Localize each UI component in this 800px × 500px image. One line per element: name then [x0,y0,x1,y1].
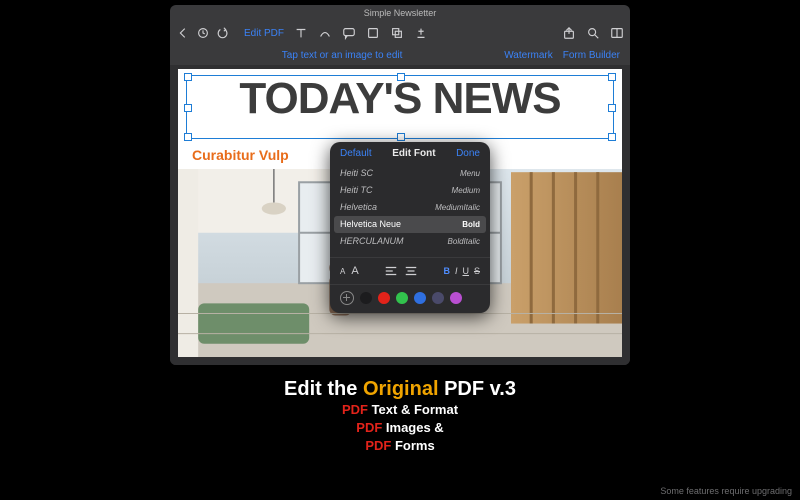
panels-icon[interactable] [610,26,624,40]
marketing-tag: PDF [342,402,368,417]
watermark-link[interactable]: Watermark [504,50,553,61]
font-weight-label: MediumItalic [435,201,480,214]
color-swatch[interactable] [450,292,462,304]
font-family-label: Helvetica Neue [340,218,401,231]
align-left-icon[interactable] [384,264,398,278]
font-family-label: Hiragino Maru Gothic ProN [340,252,423,253]
resize-handle[interactable] [184,73,192,81]
font-default-button[interactable]: Default [340,148,372,159]
resize-handle[interactable] [184,104,192,112]
add-color-icon[interactable] [340,291,354,305]
font-family-label: Heiti SC [340,167,373,180]
marketing-headline-pre: Edit the [284,378,363,400]
sub-toolbar: Tap text or an image to edit Watermark F… [170,45,630,65]
window-title: Simple Newsletter [170,5,630,21]
edit-font-popover: Default Edit Font Done Heiti SCMenuHeiti… [330,142,490,313]
resize-handle[interactable] [397,73,405,81]
font-weight-label: Medium [452,184,480,197]
editpdf-mode[interactable]: Edit PDF [244,28,284,39]
color-swatch[interactable] [432,292,444,304]
text-selection-box[interactable] [186,75,614,139]
font-weight-label: BoldItalic [448,235,480,248]
marketing-line: PDF Forms [0,437,800,455]
font-row[interactable]: Heiti TC Medium [330,182,490,199]
color-swatch[interactable] [396,292,408,304]
marketing-headline-post: PDF v.3 [439,378,516,400]
resize-handle[interactable] [608,73,616,81]
search-icon[interactable] [586,26,600,40]
comment-tool-icon[interactable] [342,26,356,40]
font-weight-label: CondensedBold [423,252,480,253]
resize-handle[interactable] [184,133,192,141]
color-swatches [330,284,490,307]
font-weight-label: Bold [462,218,480,231]
font-row[interactable]: Hiragino Maru Gothic ProNCondensedBold [330,250,490,253]
edit-hint: Tap text or an image to edit [180,50,504,61]
redo-icon[interactable] [216,26,230,40]
history-icon[interactable] [196,26,210,40]
popover-title: Edit Font [392,148,435,159]
resize-handle[interactable] [608,133,616,141]
disclaimer-text: Some features require upgrading [660,486,792,496]
bold-toggle[interactable]: B [443,266,450,276]
sign-tool-icon[interactable] [414,26,428,40]
marketing-line: PDF Images & [0,419,800,437]
strike-toggle[interactable]: S [474,266,480,276]
font-family-label: Helvetica [340,201,377,214]
text-tool-icon[interactable] [294,26,308,40]
italic-toggle[interactable]: I [455,266,458,276]
align-center-icon[interactable] [404,264,418,278]
font-row[interactable]: Heiti SC Menu [330,165,490,182]
font-row[interactable]: Helvetica Neue Bold [334,216,486,233]
resize-handle[interactable] [608,104,616,112]
font-family-label: HERCULANUM [340,235,404,248]
marketing-headline-highlight: Original [363,378,439,400]
font-size-controls[interactable]: AA [340,265,359,277]
font-weight-label: Menu [460,167,480,180]
draw-tool-icon[interactable] [318,26,332,40]
formbuilder-link[interactable]: Form Builder [563,50,620,61]
underline-toggle[interactable]: U [462,266,469,276]
back-icon[interactable] [176,26,190,40]
marketing-headline: Edit the Original PDF v.3 [0,378,800,401]
subheading-text[interactable]: Curabitur Vulp [192,147,289,163]
marketing-tag: PDF [365,438,391,453]
font-list[interactable]: Heiti SC Menu Heiti TC Medium Helvetica Mediu… [330,163,490,253]
font-family-label: Heiti TC [340,184,373,197]
copy-tool-icon[interactable] [390,26,404,40]
color-swatch[interactable] [360,292,372,304]
marketing-text: Forms [391,438,434,453]
font-style-controls[interactable]: B I U S [443,266,480,276]
font-row[interactable]: Helvetica MediumItalic [330,199,490,216]
color-swatch[interactable] [378,292,390,304]
share-icon[interactable] [562,26,576,40]
font-row[interactable]: HERCULANUM BoldItalic [330,233,490,250]
font-done-button[interactable]: Done [456,148,480,159]
marketing-block: Edit the Original PDF v.3 PDF Text & For… [0,370,800,500]
shape-tool-icon[interactable] [366,26,380,40]
marketing-text: Text & Format [368,402,458,417]
marketing-line: PDF Text & Format [0,401,800,419]
marketing-tag: PDF [356,420,382,435]
color-swatch[interactable] [414,292,426,304]
main-toolbar: Edit PDF [170,21,630,45]
marketing-text: Images & [382,420,443,435]
